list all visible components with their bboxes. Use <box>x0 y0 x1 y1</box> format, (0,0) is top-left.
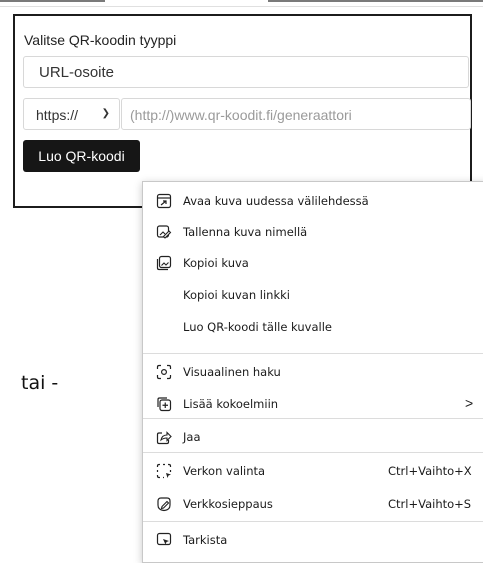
menu-item-shortcut: Ctrl+Vaihto+S <box>388 497 472 511</box>
menu-item-inspect[interactable]: Tarkista <box>143 523 483 557</box>
chevron-right-icon: > <box>465 395 474 411</box>
menu-item-label: Avaa kuva uudessa välilehdessä <box>183 194 369 208</box>
protocol-value: https:// <box>36 107 79 123</box>
browser-top-strip <box>0 0 483 7</box>
top-divider-right <box>268 0 483 2</box>
menu-item-label: Jaa <box>183 430 201 444</box>
menu-item-label: Lisää kokoelmiin <box>183 397 279 411</box>
menu-item-label: Tarkista <box>183 533 228 547</box>
visual-search-icon <box>156 364 172 380</box>
menu-item-web-capture[interactable]: Verkkosieppaus Ctrl+Vaihto+S <box>143 487 483 521</box>
side-text: tai - <box>21 372 59 394</box>
qr-form-panel: Valitse QR-koodin tyyppi URL-osoite http… <box>13 14 472 208</box>
save-image-icon <box>156 225 172 239</box>
menu-item-copy-image-link[interactable]: Kopioi kuvan linkki <box>143 278 483 312</box>
top-divider-left <box>0 0 105 2</box>
web-select-icon <box>156 463 172 479</box>
menu-separator <box>143 452 483 453</box>
share-icon <box>156 431 172 445</box>
menu-separator <box>143 521 483 522</box>
menu-item-create-qr[interactable]: Luo QR-koodi tälle kuvalle <box>143 310 483 344</box>
menu-item-web-select[interactable]: Verkon valinta Ctrl+Vaihto+X <box>143 454 483 488</box>
menu-item-add-to-collections[interactable]: Lisää kokoelmiin > <box>143 387 483 421</box>
menu-item-label: Visuaalinen haku <box>183 365 281 379</box>
create-qr-button[interactable]: Luo QR-koodi <box>23 140 140 172</box>
menu-item-label: Kopioi kuva <box>183 256 249 270</box>
menu-item-visual-search[interactable]: Visuaalinen haku <box>143 355 483 389</box>
menu-item-label: Kopioi kuvan linkki <box>183 288 290 302</box>
protocol-select[interactable]: https:// ❯ <box>23 98 120 130</box>
web-capture-icon <box>157 497 171 512</box>
menu-item-label: Verkkosieppaus <box>183 497 273 511</box>
context-menu: Avaa kuva uudessa välilehdessä Tallenna … <box>142 181 483 563</box>
qr-type-select[interactable]: URL-osoite <box>23 56 469 88</box>
menu-item-label: Tallenna kuva nimellä <box>183 225 308 239</box>
menu-item-open-new-tab[interactable]: Avaa kuva uudessa välilehdessä <box>143 184 483 218</box>
copy-image-icon <box>156 255 172 271</box>
url-input[interactable]: (http://)www.qr-koodit.fi/generaattori <box>121 98 471 130</box>
menu-item-save-image-as[interactable]: Tallenna kuva nimellä <box>143 215 483 249</box>
menu-item-copy-image[interactable]: Kopioi kuva <box>143 246 483 280</box>
open-in-new-tab-icon <box>156 193 172 209</box>
menu-item-share[interactable]: Jaa <box>143 420 483 454</box>
qr-type-label: Valitse QR-koodin tyyppi <box>24 32 177 48</box>
menu-item-label: Verkon valinta <box>183 464 266 478</box>
menu-separator <box>143 353 483 354</box>
chevron-down-icon: ❯ <box>101 108 110 119</box>
collections-icon <box>157 397 172 412</box>
menu-item-shortcut: Ctrl+Vaihto+X <box>388 464 472 478</box>
menu-separator <box>143 418 483 419</box>
menu-item-label: Luo QR-koodi tälle kuvalle <box>183 320 332 334</box>
